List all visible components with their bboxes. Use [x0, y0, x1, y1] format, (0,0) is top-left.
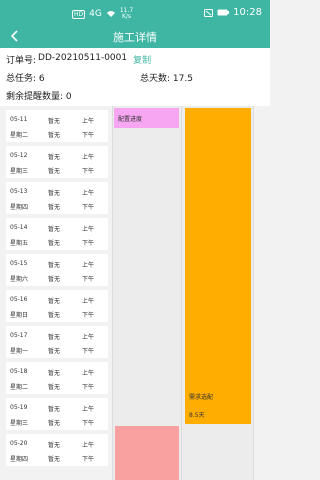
- day-status-pm: 暂无: [48, 276, 61, 283]
- total-tasks: 总任务: 6: [6, 74, 45, 84]
- battery-icon: [217, 9, 230, 16]
- wifi-icon: [106, 11, 115, 17]
- day-status-am: 暂无: [48, 406, 61, 413]
- day-status-am: 暂无: [48, 334, 61, 341]
- day-weekday: 星期四: [10, 456, 29, 463]
- day-status-pm: 暂无: [48, 312, 61, 319]
- order-label: 订单号:: [6, 56, 37, 66]
- task-name: 配置进度: [118, 116, 143, 123]
- day-status-pm: 暂无: [48, 132, 61, 139]
- afternoon-label: 下午: [82, 384, 95, 391]
- speed-unit: K/s: [121, 13, 132, 20]
- network-type: 4G: [89, 9, 102, 19]
- order-number: DD-20210511-0001: [38, 53, 128, 63]
- afternoon-label: 下午: [82, 348, 95, 355]
- morning-label: 上午: [82, 118, 95, 125]
- day-status-pm: 暂无: [48, 240, 61, 247]
- total-days: 总天数: 17.5: [140, 74, 193, 84]
- task-name: 需求选配: [189, 394, 214, 401]
- day-date: 05-18: [10, 368, 28, 375]
- page-title: 施工详情: [113, 31, 157, 44]
- morning-label: 上午: [82, 298, 95, 305]
- morning-label: 上午: [82, 406, 95, 413]
- day-status-pm: 暂无: [48, 204, 61, 211]
- task-duration: 8.5天: [189, 412, 205, 419]
- afternoon-label: 下午: [82, 168, 95, 175]
- day-card: 05-18 暂无 上午 星期二 暂无 下午: [6, 362, 108, 394]
- day-status-am: 暂无: [48, 154, 61, 161]
- hd-badge: HD: [72, 9, 86, 19]
- status-bar: HD 4G 11.7 K/s 10:28: [0, 0, 270, 24]
- day-card: 05-20 暂无 上午 星期四 暂无 下午: [6, 434, 108, 466]
- afternoon-label: 下午: [82, 132, 95, 139]
- order-row: 订单号: DD-20210511-0001 复制: [6, 53, 151, 66]
- day-weekday: 星期三: [10, 420, 29, 427]
- day-card: 05-13 暂无 上午 星期四 暂无 下午: [6, 182, 108, 214]
- afternoon-label: 下午: [82, 420, 95, 427]
- nav-bar: 施工详情: [0, 24, 270, 48]
- afternoon-label: 下午: [82, 240, 95, 247]
- day-status-pm: 暂无: [48, 384, 61, 391]
- day-status-pm: 暂无: [48, 456, 61, 463]
- day-weekday: 星期二: [10, 132, 29, 139]
- copy-button[interactable]: 复制: [133, 53, 151, 66]
- task-config-progress[interactable]: 配置进度: [114, 108, 179, 128]
- day-status-am: 暂无: [48, 370, 61, 377]
- morning-label: 上午: [82, 226, 95, 233]
- morning-label: 上午: [82, 370, 95, 377]
- morning-label: 上午: [82, 442, 95, 449]
- day-date: 05-14: [10, 224, 28, 231]
- day-status-pm: 暂无: [48, 168, 61, 175]
- task-requirement-selection[interactable]: 需求选配 8.5天: [185, 108, 251, 424]
- day-list: 05-11 暂无 上午 星期二 暂无 下午 05-12 暂无 上午 星期三 暂无 下午 05-13 暂无上…: [0, 106, 108, 480]
- morning-label: 上午: [82, 262, 95, 269]
- schedule-column-1: [112, 106, 182, 480]
- day-card: 05-17 暂无 上午 星期一 暂无 下午: [6, 326, 108, 358]
- day-card: 05-14 暂无 上午 星期五 暂无 下午: [6, 218, 108, 250]
- day-status-am: 暂无: [48, 118, 61, 125]
- day-status-pm: 暂无: [48, 420, 61, 427]
- day-status-pm: 暂无: [48, 348, 61, 355]
- day-card: 05-15 暂无 上午 星期六 暂无 下午: [6, 254, 108, 286]
- morning-label: 上午: [82, 190, 95, 197]
- afternoon-label: 下午: [82, 456, 95, 463]
- day-status-am: 暂无: [48, 298, 61, 305]
- day-weekday: 星期四: [10, 204, 29, 211]
- day-date: 05-15: [10, 260, 28, 267]
- day-card: 05-11 暂无 上午 星期二 暂无 下午: [6, 110, 108, 142]
- day-card: 05-16 暂无 上午 星期日 暂无 下午: [6, 290, 108, 322]
- day-date: 05-17: [10, 332, 28, 339]
- task-block-red[interactable]: [115, 426, 179, 480]
- afternoon-label: 下午: [82, 312, 95, 319]
- afternoon-label: 下午: [82, 204, 95, 211]
- afternoon-label: 下午: [82, 276, 95, 283]
- day-status-am: 暂无: [48, 442, 61, 449]
- day-status-am: 暂无: [48, 226, 61, 233]
- day-date: 05-13: [10, 188, 28, 195]
- day-status-am: 暂无: [48, 190, 61, 197]
- order-info-panel: 订单号: DD-20210511-0001 复制 总任务: 6 总天数: 17.…: [0, 48, 270, 106]
- day-weekday: 星期一: [10, 348, 29, 355]
- status-right: 10:28: [204, 7, 262, 18]
- day-date: 05-20: [10, 440, 28, 447]
- day-date: 05-11: [10, 116, 28, 123]
- morning-label: 上午: [82, 154, 95, 161]
- day-card: 05-12 暂无 上午 星期三 暂无 下午: [6, 146, 108, 178]
- vibrate-icon: [204, 8, 214, 17]
- clock: 10:28: [233, 7, 262, 18]
- remaining-reminders: 剩余提醒数量: 0: [6, 92, 72, 102]
- day-status-am: 暂无: [48, 262, 61, 269]
- network-speed: 11.7 K/s: [120, 8, 133, 20]
- day-card: 05-19 暂无 上午 星期三 暂无 下午: [6, 398, 108, 430]
- day-date: 05-19: [10, 404, 28, 411]
- day-date: 05-12: [10, 152, 28, 159]
- status-left: HD 4G 11.7 K/s: [72, 8, 133, 20]
- morning-label: 上午: [82, 334, 95, 341]
- day-weekday: 星期三: [10, 168, 29, 175]
- day-weekday: 星期六: [10, 276, 29, 283]
- day-date: 05-16: [10, 296, 28, 303]
- day-weekday: 星期五: [10, 240, 29, 247]
- day-weekday: 星期二: [10, 384, 29, 391]
- day-weekday: 星期日: [10, 312, 29, 319]
